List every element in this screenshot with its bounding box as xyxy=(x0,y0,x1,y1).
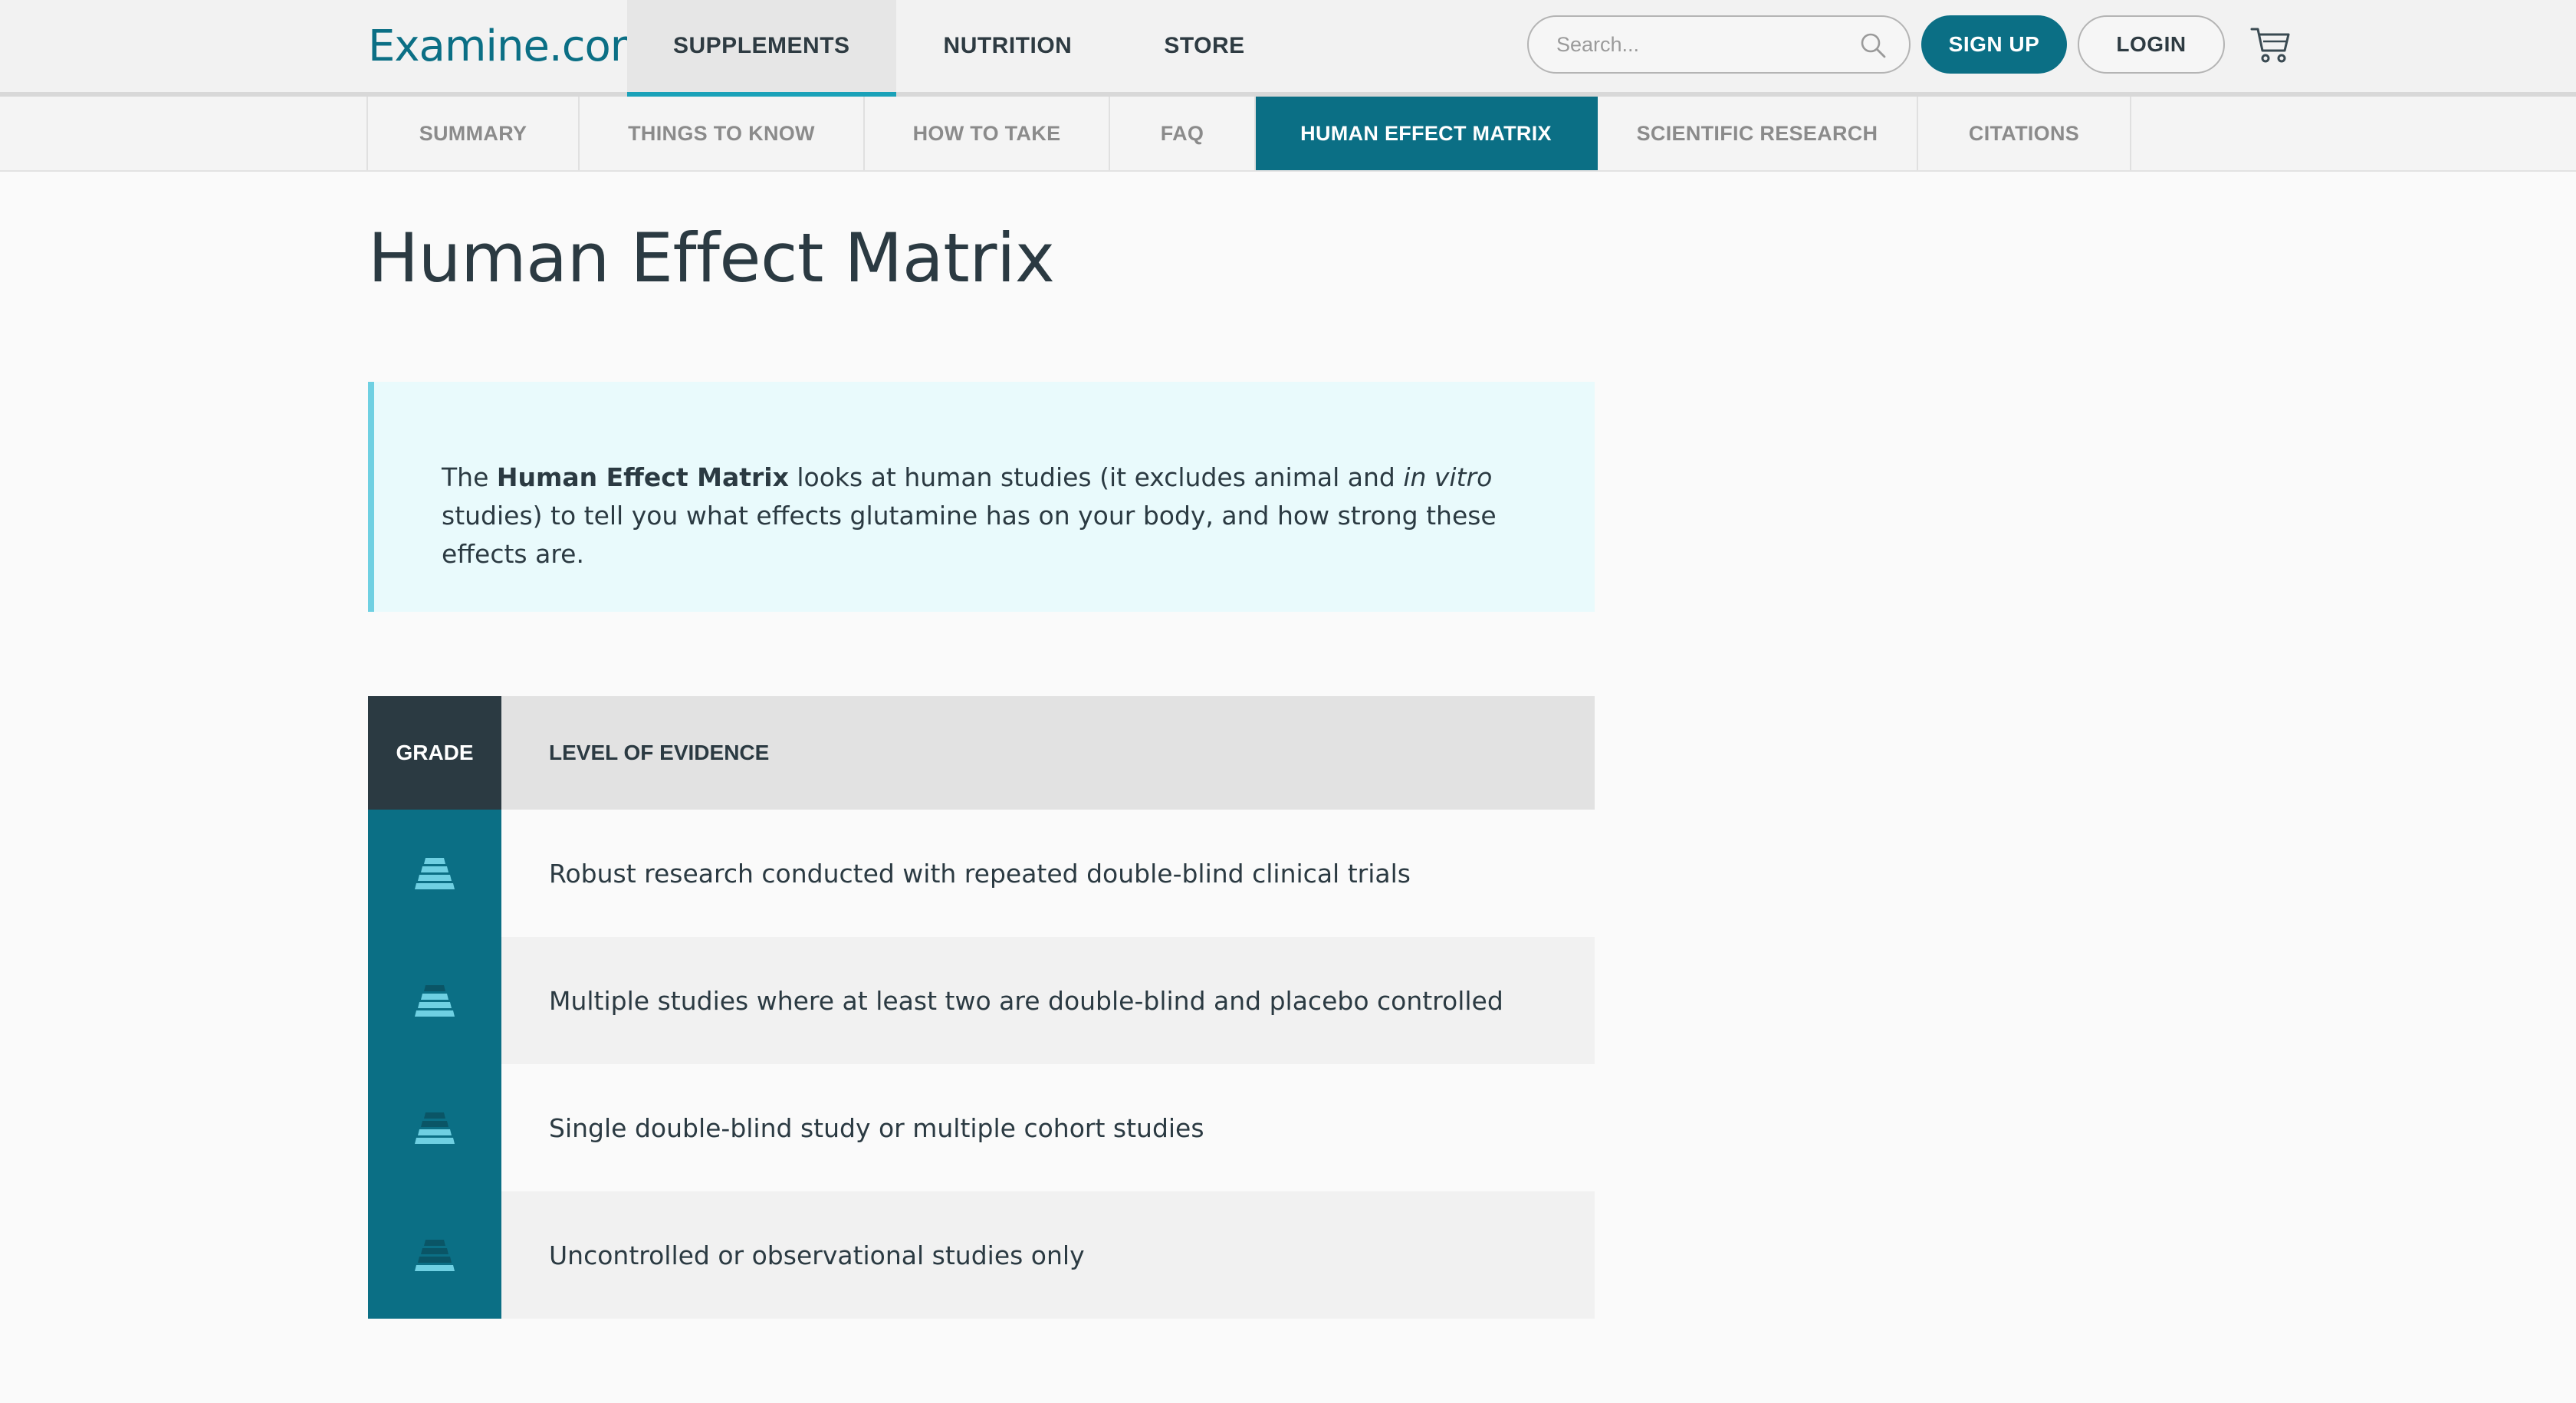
cart-icon[interactable] xyxy=(2249,25,2292,64)
intro-bold-term: Human Effect Matrix xyxy=(496,462,789,492)
search-box xyxy=(1527,15,1911,74)
grade-b-pyramid-icon xyxy=(415,985,455,1017)
page-title: Human Effect Matrix xyxy=(368,219,1055,297)
tab-things-to-know[interactable]: THINGS TO KNOW xyxy=(580,97,865,170)
pyramid-tier-empty xyxy=(424,1240,445,1246)
pyramid-tier-empty xyxy=(424,1112,445,1119)
pyramid-tier-filled xyxy=(415,883,455,889)
pyramid-tier-empty xyxy=(418,1257,452,1263)
pyramid-tier-filled xyxy=(421,994,449,1000)
login-button[interactable]: LOGIN xyxy=(2078,15,2225,74)
tab-citations[interactable]: CITATIONS xyxy=(1918,97,2131,170)
pyramid-tier-filled xyxy=(415,1138,455,1144)
grade-d-pyramid-icon xyxy=(415,1240,455,1271)
top-bar: Examine.com SUPPLEMENTS NUTRITION STORE … xyxy=(0,0,2576,97)
nav-nutrition[interactable]: NUTRITION xyxy=(896,0,1119,92)
tab-scientific-research[interactable]: SCIENTIFIC RESEARCH xyxy=(1598,97,1918,170)
evidence-text: Uncontrolled or observational studies on… xyxy=(501,1191,1595,1319)
section-tabs: SUMMARY THINGS TO KNOW HOW TO TAKE FAQ H… xyxy=(0,97,2576,172)
tab-how-to-take[interactable]: HOW TO TAKE xyxy=(865,97,1110,170)
pyramid-tier-filled xyxy=(418,1002,452,1008)
intro-text: The Human Effect Matrix looks at human s… xyxy=(442,462,1497,569)
tab-human-effect-matrix[interactable]: HUMAN EFFECT MATRIX xyxy=(1256,97,1598,170)
table-row: Uncontrolled or observational studies on… xyxy=(368,1191,1595,1319)
main-nav: SUPPLEMENTS NUTRITION STORE xyxy=(627,0,1291,97)
pyramid-tier-filled xyxy=(418,875,452,881)
grade-header: GRADE xyxy=(368,696,501,810)
pyramid-tier-empty xyxy=(421,1248,449,1254)
pyramid-tier-empty xyxy=(424,985,445,991)
pyramid-tier-filled xyxy=(421,866,449,872)
pyramid-tier-filled xyxy=(415,1010,455,1017)
table-row: Robust research conducted with repeated … xyxy=(368,810,1595,937)
tab-summary[interactable]: SUMMARY xyxy=(368,97,580,170)
evidence-text: Multiple studies where at least two are … xyxy=(501,937,1595,1064)
table-header-row: GRADE LEVEL OF EVIDENCE xyxy=(368,696,1595,810)
search-icon[interactable] xyxy=(1858,31,1888,60)
intro-box: The Human Effect Matrix looks at human s… xyxy=(368,382,1595,612)
pyramid-tier-filled xyxy=(415,1265,455,1271)
pyramid-tier-empty xyxy=(421,1121,449,1127)
site-logo[interactable]: Examine.com xyxy=(368,20,652,74)
evidence-grade-table: GRADE LEVEL OF EVIDENCE Robust research … xyxy=(368,696,1595,1319)
table-row: Single double-blind study or multiple co… xyxy=(368,1064,1595,1191)
evidence-text: Single double-blind study or multiple co… xyxy=(501,1064,1595,1191)
intro-italic-term: in vitro xyxy=(1403,462,1493,492)
grade-c-pyramid-icon xyxy=(415,1112,455,1144)
sign-up-button[interactable]: SIGN UP xyxy=(1921,15,2067,74)
nav-store[interactable]: STORE xyxy=(1118,0,1290,92)
tab-faq[interactable]: FAQ xyxy=(1110,97,1256,170)
grade-a-pyramid-icon xyxy=(415,858,455,889)
pyramid-tier-filled xyxy=(424,858,445,864)
nav-supplements[interactable]: SUPPLEMENTS xyxy=(627,0,896,97)
evidence-text: Robust research conducted with repeated … xyxy=(501,810,1595,937)
table-row: Multiple studies where at least two are … xyxy=(368,937,1595,1064)
evidence-header: LEVEL OF EVIDENCE xyxy=(501,696,1595,810)
search-input[interactable] xyxy=(1556,26,1848,63)
pyramid-tier-filled xyxy=(418,1129,452,1135)
